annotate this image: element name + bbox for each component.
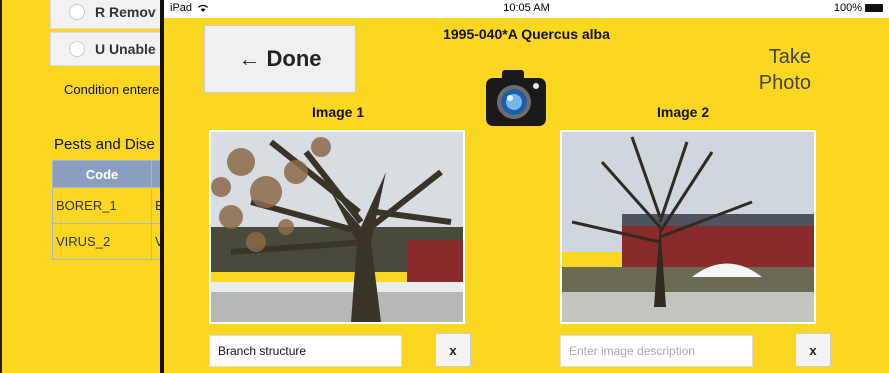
back-arrow-icon: ← xyxy=(238,46,261,71)
status-bar: iPad 10:05 AM 100% xyxy=(164,0,889,18)
battery-percent: 100% xyxy=(833,2,862,14)
camera-icon[interactable] xyxy=(484,64,548,128)
image-1-title: Image 1 xyxy=(312,104,365,120)
table-header-code: Code xyxy=(52,160,152,188)
tree-photo-2 xyxy=(562,132,814,322)
done-button[interactable]: ← Done xyxy=(204,25,356,93)
photo-panel: iPad 10:05 AM 100% 1995-040*A Quercus al… xyxy=(160,0,889,373)
image-2-remove-button[interactable]: x xyxy=(795,333,831,367)
battery-icon xyxy=(865,4,883,12)
pests-table: Code BORER_1 Bo VIRUS_2 Vi xyxy=(52,160,175,260)
done-label: Done xyxy=(266,46,322,71)
table-cell-code: VIRUS_2 xyxy=(52,223,152,260)
radio-circle[interactable] xyxy=(69,4,85,20)
image-2-title: Image 2 xyxy=(657,104,710,120)
radio-label: U Unable xyxy=(95,41,156,57)
table-cell-code: BORER_1 xyxy=(52,187,152,224)
radio-circle[interactable] xyxy=(69,41,85,57)
condition-text: Condition entere xyxy=(64,82,160,97)
image-1-photo[interactable] xyxy=(209,130,465,324)
status-battery: 100% xyxy=(834,2,883,14)
take-photo-button[interactable]: Take Photo xyxy=(741,44,811,96)
status-time: 10:05 AM xyxy=(503,2,550,14)
table-row[interactable]: BORER_1 Bo xyxy=(52,187,175,224)
image-2-photo[interactable] xyxy=(560,130,816,324)
image-1-remove-button[interactable]: x xyxy=(435,333,471,367)
tree-photo-1 xyxy=(211,132,463,322)
image-1-description-input[interactable] xyxy=(209,335,402,367)
table-row[interactable]: VIRUS_2 Vi xyxy=(52,223,175,260)
image-2-description-input[interactable] xyxy=(560,335,753,367)
pests-title: Pests and Dise xyxy=(54,136,155,153)
radio-label: R Remov xyxy=(95,4,156,20)
